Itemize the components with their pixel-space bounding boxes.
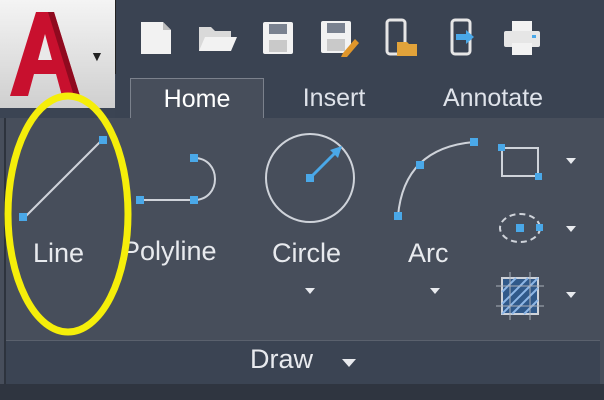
circle-icon[interactable]: [262, 130, 358, 226]
hatch-dropdown-icon[interactable]: [566, 292, 576, 298]
hatch-icon[interactable]: [496, 272, 544, 320]
chevron-down-icon: ▼: [90, 48, 104, 64]
ellipse-dropdown-icon[interactable]: [566, 226, 576, 232]
chevron-down-icon[interactable]: [342, 359, 356, 367]
rectangle-icon[interactable]: [496, 142, 544, 182]
quick-access-toolbar: [132, 14, 546, 62]
arc-dropdown-icon[interactable]: [430, 288, 440, 294]
share-icon[interactable]: [437, 14, 485, 62]
circle-tool-label[interactable]: Circle: [272, 238, 341, 269]
tab-annotate[interactable]: Annotate: [408, 78, 578, 118]
polyline-icon[interactable]: [132, 150, 232, 210]
ellipse-icon[interactable]: [494, 208, 546, 248]
circle-dropdown-icon[interactable]: [305, 288, 315, 294]
bottom-divider: [0, 384, 604, 400]
arc-tool-label[interactable]: Arc: [408, 238, 449, 269]
draw-panel-title[interactable]: Draw: [250, 344, 313, 375]
open-icon[interactable]: [193, 14, 241, 62]
open-from-web-icon[interactable]: [376, 14, 424, 62]
new-icon[interactable]: [132, 14, 180, 62]
save-icon[interactable]: [254, 14, 302, 62]
tab-home[interactable]: Home: [130, 78, 264, 119]
highlight-ellipse-annotation: [4, 92, 132, 336]
rectangle-dropdown-icon[interactable]: [566, 158, 576, 164]
plot-icon[interactable]: [498, 14, 546, 62]
arc-icon[interactable]: [390, 134, 480, 224]
tab-insert[interactable]: Insert: [280, 78, 388, 118]
save-as-icon[interactable]: [315, 14, 363, 62]
